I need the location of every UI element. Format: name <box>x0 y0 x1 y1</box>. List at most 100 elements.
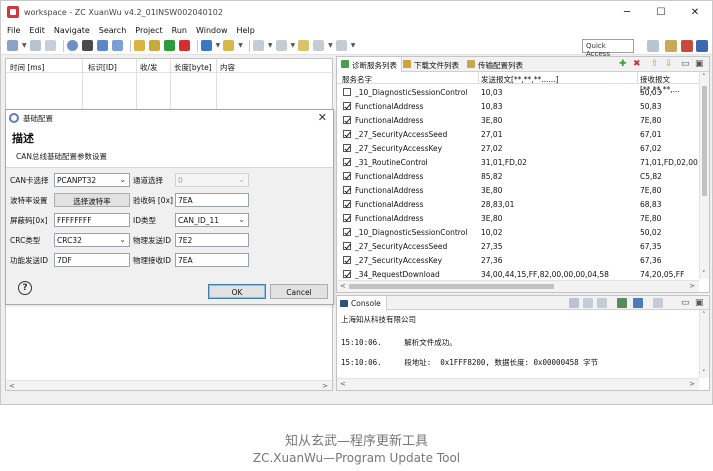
clear-console-icon[interactable] <box>569 298 579 308</box>
column-header-content[interactable]: 内容 <box>220 62 235 73</box>
column-header-direction[interactable]: 收/发 <box>140 62 158 73</box>
row-checkbox[interactable] <box>343 172 351 180</box>
chevron-down-icon[interactable]: ▼ <box>351 42 356 49</box>
chevron-down-icon[interactable]: ▼ <box>22 42 27 49</box>
horizontal-scrollbar[interactable]: < > <box>337 378 699 390</box>
table-row[interactable]: _34_RequestDownload 34,00,44,15,FF,82,00,… <box>337 267 699 279</box>
open-perspective-icon[interactable] <box>647 40 659 52</box>
vertical-scrollbar[interactable]: ˄ ˅ <box>699 72 709 279</box>
table-row[interactable]: _27_SecurityAccessKey 27,02 67,02 <box>337 141 699 155</box>
minimize-view-icon[interactable]: ▭ <box>681 298 690 308</box>
move-up-icon[interactable]: ⇧ <box>651 59 659 69</box>
maximize-view-icon[interactable]: ▣ <box>695 298 704 308</box>
scroll-down-icon[interactable]: ˅ <box>702 369 706 377</box>
minimize-view-icon[interactable]: ▭ <box>681 59 690 69</box>
scroll-down-icon[interactable]: ˅ <box>702 270 706 278</box>
horizontal-scrollbar[interactable]: < > <box>6 380 332 390</box>
download-icon[interactable] <box>111 40 123 51</box>
display-console-icon[interactable] <box>633 298 643 308</box>
menu-edit[interactable]: Edit <box>29 26 45 35</box>
scroll-right-icon[interactable]: > <box>322 382 328 390</box>
table-row[interactable]: _27_SecurityAccessSeed 27,01 67,01 <box>337 127 699 141</box>
open-console-icon[interactable] <box>653 298 663 308</box>
scroll-up-icon[interactable]: ˄ <box>702 311 706 319</box>
phys-send-input[interactable]: 7E2 <box>175 233 249 247</box>
scroll-left-icon[interactable]: < <box>340 380 346 388</box>
debug-perspective-icon[interactable] <box>696 40 708 52</box>
row-checkbox[interactable] <box>343 88 351 96</box>
pencil-icon[interactable] <box>148 40 160 51</box>
row-checkbox[interactable] <box>343 256 351 264</box>
stop-icon[interactable] <box>178 40 190 51</box>
new-file-icon[interactable] <box>7 40 18 51</box>
row-checkbox[interactable] <box>343 186 351 194</box>
scrollbar-thumb[interactable] <box>349 284 554 289</box>
chevron-down-icon[interactable]: ▼ <box>238 42 243 49</box>
scroll-up-icon[interactable]: ˄ <box>702 73 706 81</box>
column-header-service-name[interactable]: 服务名字 <box>342 74 372 85</box>
chevron-down-icon[interactable]: ▼ <box>291 42 296 49</box>
select-baud-button[interactable]: 选择波特率 <box>54 193 130 207</box>
row-checkbox[interactable] <box>343 200 351 208</box>
table-row[interactable]: FunctionalAddress 28,83,01 68,83 <box>337 197 699 211</box>
delete-icon[interactable]: ✖ <box>633 59 641 69</box>
column-divider[interactable] <box>170 59 171 109</box>
tab-diag-services[interactable]: 诊断服务列表 <box>337 57 402 73</box>
vertical-scrollbar[interactable]: ˄ ˅ <box>699 310 709 378</box>
phys-recv-input[interactable]: 7EA <box>175 253 249 267</box>
scroll-left-icon[interactable]: < <box>340 282 346 290</box>
tab-console[interactable]: Console <box>337 296 387 311</box>
scrollbar-thumb[interactable] <box>702 86 707 196</box>
maximize-button[interactable]: ☐ <box>644 1 678 23</box>
edit-icon[interactable] <box>133 40 145 51</box>
run-icon[interactable] <box>163 40 175 51</box>
table-row[interactable]: FunctionalAddress 3E,80 7E,80 <box>337 113 699 127</box>
row-checkbox[interactable] <box>343 228 351 236</box>
can-card-select[interactable]: PCANPT32 ⌄ <box>54 173 130 187</box>
scroll-right-icon[interactable]: > <box>689 380 695 388</box>
pin-console-icon[interactable] <box>617 298 627 308</box>
crc-select[interactable]: CRC32 ⌄ <box>54 233 130 247</box>
menu-project[interactable]: Project <box>135 26 162 35</box>
menu-search[interactable]: Search <box>99 26 126 35</box>
quick-access-input[interactable]: Quick Access <box>582 39 634 58</box>
add-icon[interactable]: ✚ <box>619 59 627 69</box>
minimize-button[interactable]: ─ <box>610 1 644 23</box>
debug-icon[interactable] <box>200 40 212 51</box>
row-checkbox[interactable] <box>343 242 351 250</box>
horizontal-scrollbar[interactable]: < > <box>337 280 699 292</box>
table-row[interactable]: _31_RoutineControl 31,01,FD,02 71,01,FD,02… <box>337 155 699 169</box>
save-icon[interactable] <box>29 40 41 51</box>
back-icon[interactable] <box>298 40 310 51</box>
menu-file[interactable]: File <box>7 26 20 35</box>
column-divider[interactable] <box>136 59 137 109</box>
column-header-time[interactable]: 时间 [ms] <box>10 62 44 73</box>
menu-help[interactable]: Help <box>237 26 255 35</box>
column-divider[interactable] <box>637 72 638 84</box>
row-checkbox[interactable] <box>343 102 351 110</box>
connect-icon[interactable] <box>81 40 93 51</box>
chart-icon[interactable] <box>96 40 108 51</box>
menu-navigate[interactable]: Navigate <box>54 26 90 35</box>
func-send-input[interactable]: 7DF <box>54 253 130 267</box>
maximize-view-icon[interactable]: ▣ <box>695 59 704 69</box>
row-checkbox[interactable] <box>343 270 351 278</box>
scroll-right-icon[interactable]: > <box>689 282 695 290</box>
table-row[interactable]: FunctionalAddress 3E,80 7E,80 <box>337 183 699 197</box>
column-divider[interactable] <box>216 59 217 109</box>
scroll-lock-icon[interactable] <box>583 298 593 308</box>
chevron-down-icon[interactable]: ▼ <box>268 42 273 49</box>
table-row[interactable]: FunctionalAddress 85,82 C5,82 <box>337 169 699 183</box>
ok-button[interactable]: OK <box>208 284 266 299</box>
forward-arrow-icon[interactable] <box>335 40 347 51</box>
cancel-button[interactable]: Cancel <box>270 284 328 299</box>
back-arrow-icon[interactable] <box>313 40 325 51</box>
word-wrap-icon[interactable] <box>597 298 607 308</box>
tab-download-files[interactable]: 下载文件列表 <box>399 57 463 72</box>
table-row[interactable]: _27_SecurityAccessKey 27,36 67,36 <box>337 253 699 267</box>
menu-window[interactable]: Window <box>196 26 228 35</box>
row-checkbox[interactable] <box>343 130 351 138</box>
table-row[interactable]: FunctionalAddress 10,83 50,83 <box>337 99 699 113</box>
column-header-id[interactable]: 标识[ID] <box>88 62 117 73</box>
chevron-down-icon[interactable]: ▼ <box>328 42 333 49</box>
